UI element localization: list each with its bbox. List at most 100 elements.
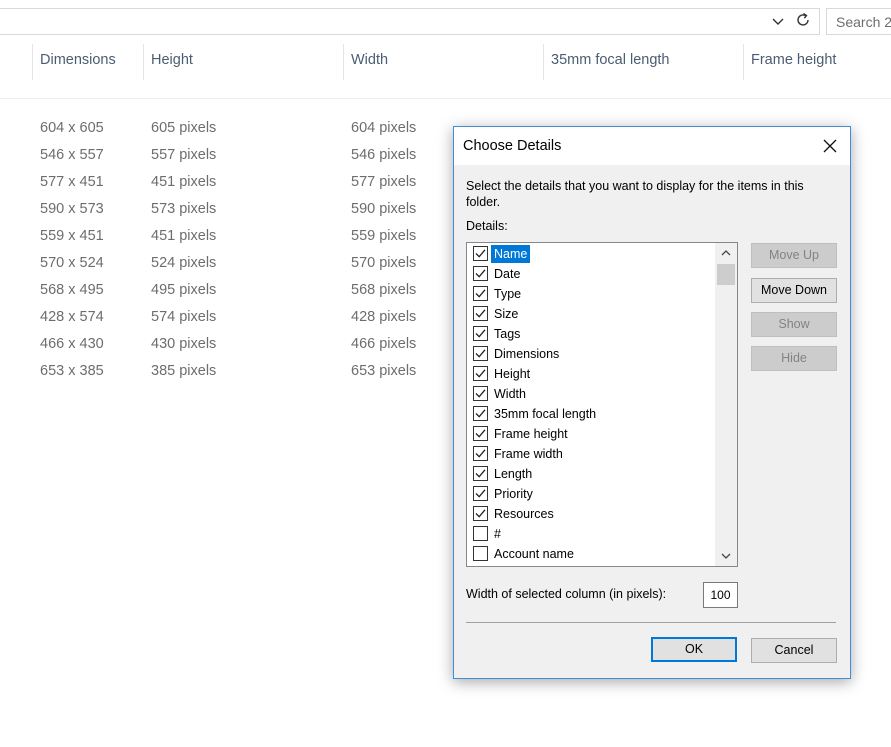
hide-button[interactable]: Hide (751, 346, 837, 371)
cell-width[interactable]: 653 pixels (351, 363, 416, 379)
cell-height[interactable]: 430 pixels (151, 336, 216, 352)
cancel-button[interactable]: Cancel (751, 638, 837, 663)
column-separator[interactable] (32, 44, 33, 80)
checkbox[interactable] (473, 326, 488, 341)
dialog-description: Select the details that you want to disp… (466, 179, 804, 209)
details-list-item[interactable]: Account name (467, 544, 715, 564)
details-list-item[interactable]: Name (467, 244, 715, 264)
checkbox[interactable] (473, 426, 488, 441)
cell-height[interactable]: 573 pixels (151, 201, 216, 217)
cell-dimensions[interactable]: 570 x 524 (40, 255, 104, 271)
cell-height[interactable]: 451 pixels (151, 228, 216, 244)
cell-width[interactable]: 577 pixels (351, 174, 416, 190)
dialog-divider (466, 622, 836, 623)
checkbox[interactable] (473, 366, 488, 381)
details-list-item[interactable]: Resources (467, 504, 715, 524)
cell-width[interactable]: 590 pixels (351, 201, 416, 217)
checkbox[interactable] (473, 386, 488, 401)
cell-width[interactable]: 570 pixels (351, 255, 416, 271)
dialog-titlebar[interactable]: Choose Details (454, 127, 850, 165)
details-list-item[interactable]: Tags (467, 324, 715, 344)
details-list-item-label: Height (494, 367, 531, 381)
cell-dimensions[interactable]: 577 x 451 (40, 174, 104, 190)
checkbox[interactable] (473, 486, 488, 501)
details-list-item[interactable]: Width (467, 384, 715, 404)
column-header-height[interactable]: Height (151, 52, 193, 68)
move-down-button[interactable]: Move Down (751, 278, 837, 303)
details-list-item[interactable]: Type (467, 284, 715, 304)
cell-dimensions[interactable]: 466 x 430 (40, 336, 104, 352)
details-list-item-label: Frame width (494, 447, 563, 461)
details-list-item[interactable]: 35mm focal length (467, 404, 715, 424)
details-list-item[interactable]: Size (467, 304, 715, 324)
column-separator[interactable] (543, 44, 544, 80)
list-scrollbar[interactable] (715, 243, 737, 566)
column-width-input[interactable]: 100 (703, 582, 738, 608)
cell-width[interactable]: 604 pixels (351, 120, 416, 136)
cell-dimensions[interactable]: 559 x 451 (40, 228, 104, 244)
column-header-35mm-focal-length[interactable]: 35mm focal length (551, 52, 669, 68)
details-list-item[interactable]: Priority (467, 484, 715, 504)
address-bar[interactable] (0, 8, 820, 35)
cell-dimensions[interactable]: 604 x 605 (40, 120, 104, 136)
cell-height[interactable]: 605 pixels (151, 120, 216, 136)
checkbox[interactable] (473, 466, 488, 481)
cell-dimensions[interactable]: 546 x 557 (40, 147, 104, 163)
cell-height[interactable]: 385 pixels (151, 363, 216, 379)
cell-width[interactable]: 428 pixels (351, 309, 416, 325)
ok-button[interactable]: OK (651, 637, 737, 662)
checkbox[interactable] (473, 246, 488, 261)
cell-dimensions[interactable]: 653 x 385 (40, 363, 104, 379)
checkbox[interactable] (473, 286, 488, 301)
chevron-down-icon[interactable] (770, 13, 786, 29)
refresh-icon[interactable] (792, 10, 814, 32)
checkbox[interactable] (473, 546, 488, 561)
details-list-item-label: Type (494, 287, 522, 301)
details-list-item[interactable]: Frame height (467, 424, 715, 444)
checkbox[interactable] (473, 526, 488, 541)
column-header-frame-height[interactable]: Frame height (751, 52, 836, 68)
choose-details-dialog: Choose Details Select the details that y… (453, 126, 851, 679)
search-input[interactable]: Search 2 (826, 8, 891, 35)
column-header-width[interactable]: Width (351, 52, 388, 68)
scrollbar-thumb[interactable] (717, 264, 735, 285)
details-list-item[interactable]: Date (467, 264, 715, 284)
details-list-item-label: Account name (494, 547, 574, 561)
scroll-down-icon[interactable] (715, 546, 737, 566)
details-list-item-label: 35mm focal length (494, 407, 597, 421)
move-up-button[interactable]: Move Up (751, 243, 837, 268)
details-list-item[interactable]: # (467, 524, 715, 544)
cell-width[interactable]: 568 pixels (351, 282, 416, 298)
cell-height[interactable]: 451 pixels (151, 174, 216, 190)
details-list-item[interactable]: Height (467, 364, 715, 384)
cell-dimensions[interactable]: 568 x 495 (40, 282, 104, 298)
cell-dimensions[interactable]: 428 x 574 (40, 309, 104, 325)
close-icon[interactable] (818, 134, 842, 158)
column-separator[interactable] (343, 44, 344, 80)
checkbox[interactable] (473, 406, 488, 421)
checkbox[interactable] (473, 266, 488, 281)
cell-width[interactable]: 466 pixels (351, 336, 416, 352)
checkbox[interactable] (473, 306, 488, 321)
cell-height[interactable]: 495 pixels (151, 282, 216, 298)
details-list[interactable]: Name Date Type Size Tags Dimensions Height Widt… (466, 242, 738, 567)
show-button[interactable]: Show (751, 312, 837, 337)
cell-height[interactable]: 524 pixels (151, 255, 216, 271)
details-label: Details: (466, 219, 508, 233)
details-list-item[interactable]: Frame width (467, 444, 715, 464)
column-separator[interactable] (743, 44, 744, 80)
cell-width[interactable]: 546 pixels (351, 147, 416, 163)
column-separator[interactable] (143, 44, 144, 80)
checkbox[interactable] (473, 346, 488, 361)
cell-dimensions[interactable]: 590 x 573 (40, 201, 104, 217)
checkbox[interactable] (473, 506, 488, 521)
details-list-item[interactable]: Dimensions (467, 344, 715, 364)
cell-height[interactable]: 574 pixels (151, 309, 216, 325)
cell-width[interactable]: 559 pixels (351, 228, 416, 244)
details-list-item-label: Size (494, 307, 519, 321)
column-header-dimensions[interactable]: Dimensions (40, 52, 116, 68)
checkbox[interactable] (473, 446, 488, 461)
details-list-item[interactable]: Length (467, 464, 715, 484)
scroll-up-icon[interactable] (715, 243, 737, 263)
cell-height[interactable]: 557 pixels (151, 147, 216, 163)
